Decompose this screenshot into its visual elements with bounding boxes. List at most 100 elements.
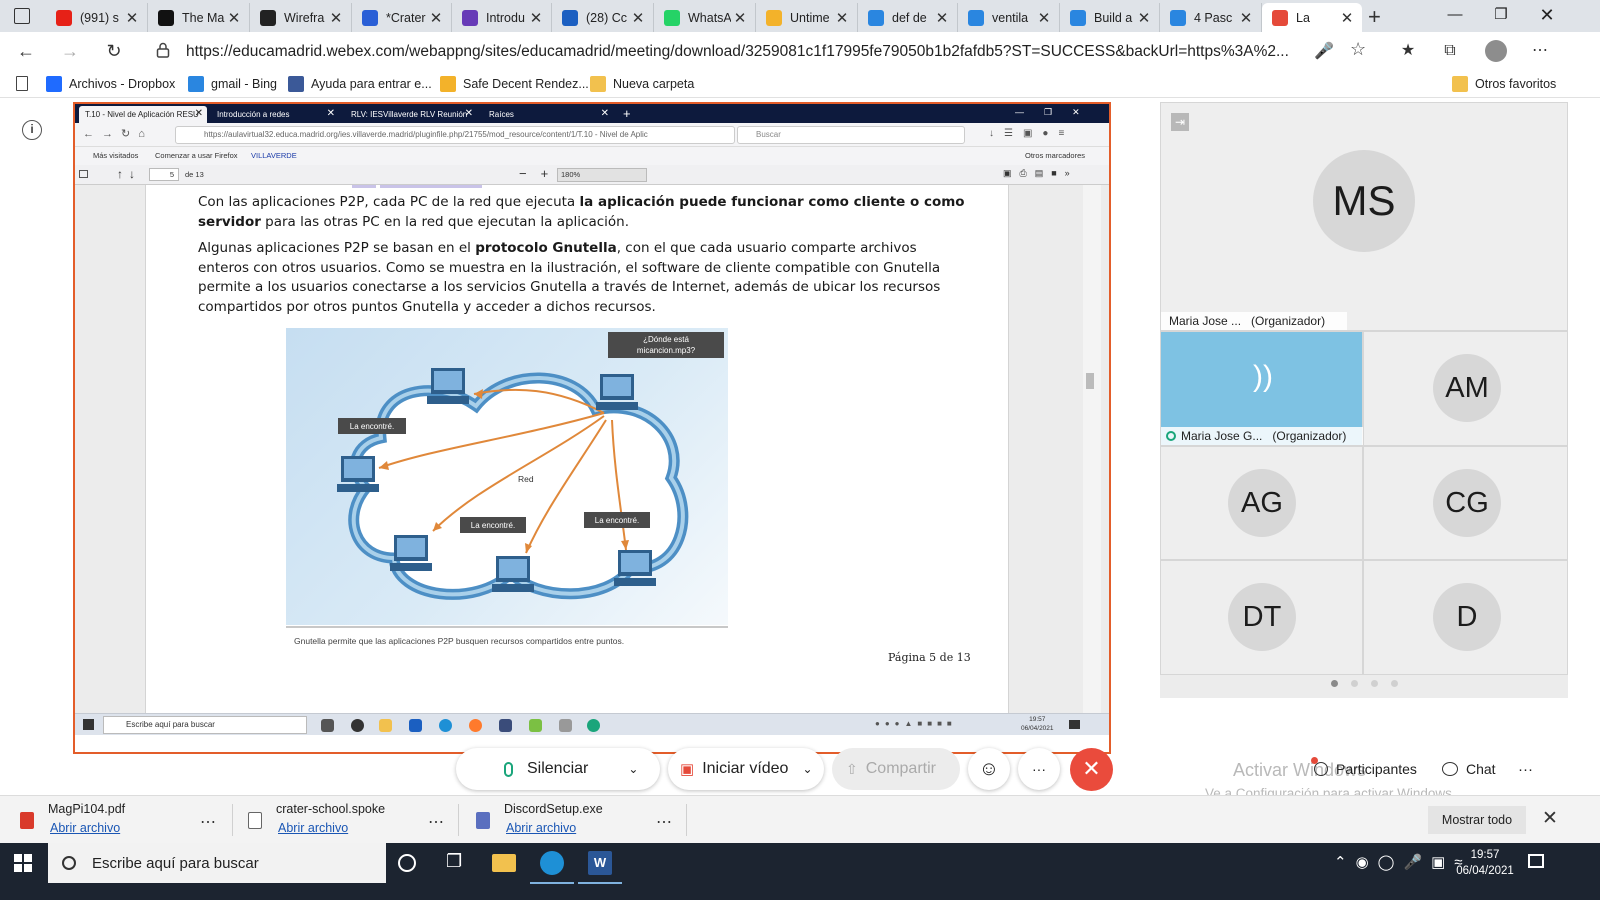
task-view-icon[interactable]: ❐ [446, 851, 470, 875]
chat-button[interactable]: Chat [1442, 756, 1496, 782]
shared-tab-1: T.10 - Nivel de Aplicación RESU ✕ [79, 106, 207, 123]
taskbar-search[interactable]: Escribe aquí para buscar [48, 843, 386, 883]
new-tab-button[interactable]: + [1368, 4, 1381, 30]
close-tab-icon[interactable]: ✕ [225, 9, 243, 27]
start-video-button[interactable]: ▣ Iniciar vídeo ⌄ [668, 748, 824, 790]
close-downloads-button[interactable]: ✕ [1538, 806, 1562, 832]
close-window-button[interactable]: ✕ [1524, 0, 1570, 30]
page-dot[interactable] [1351, 680, 1358, 687]
edge-icon[interactable] [540, 851, 564, 875]
close-tab-icon[interactable]: ✕ [731, 9, 749, 27]
open-file-link[interactable]: Abrir archivo [50, 821, 120, 835]
main-video-tile[interactable]: ⇥ MS Maria Jose ... (Organizador) [1160, 102, 1568, 331]
exe-icon [476, 812, 490, 829]
browser-tab[interactable]: (991) s ✕ [46, 3, 148, 32]
participant-tile[interactable]: CG [1363, 446, 1568, 560]
mute-button[interactable]: Silenciar ⌄ [456, 748, 660, 790]
notification-icon[interactable] [1528, 854, 1544, 868]
minimize-button[interactable]: — [1432, 0, 1478, 30]
open-file-link[interactable]: Abrir archivo [506, 821, 576, 835]
divider [232, 804, 233, 836]
download-item[interactable]: MagPi104.pdf Abrir archivo ⋯ [20, 802, 220, 838]
close-tab-icon[interactable]: ✕ [1135, 9, 1153, 27]
reactions-button[interactable]: ☺ [968, 748, 1010, 790]
close-tab-icon[interactable]: ✕ [427, 9, 445, 27]
download-more-icon[interactable]: ⋯ [200, 812, 216, 832]
address-bar[interactable]: https://educamadrid.webex.com/webappng/s… [148, 35, 1400, 67]
tab-label: Build a [1094, 10, 1133, 25]
microphone-icon[interactable]: 🎤 [1314, 41, 1334, 61]
participant-tile[interactable]: AM [1363, 331, 1568, 446]
collapse-panel-icon[interactable]: ⇥ [1171, 113, 1189, 131]
word-icon[interactable]: W [588, 851, 612, 875]
browser-tab[interactable]: def de ✕ [858, 3, 958, 32]
forward-button[interactable]: → [56, 37, 84, 65]
active-speaker-tile[interactable]: )) Maria Jose G... (Organizador) [1160, 331, 1364, 446]
open-file-link[interactable]: Abrir archivo [278, 821, 348, 835]
tab-label: La [1296, 10, 1310, 25]
browser-tab[interactable]: (28) Cc ✕ [552, 3, 654, 32]
browser-tab[interactable]: Build a ✕ [1060, 3, 1160, 32]
restore-button[interactable]: ❐ [1478, 0, 1524, 30]
reload-button[interactable]: ↻ [100, 37, 128, 65]
reading-list-icon[interactable] [16, 76, 28, 91]
share-button[interactable]: ⇧ Compartir [832, 748, 960, 790]
page-dot[interactable] [1391, 680, 1398, 687]
chevron-down-icon[interactable]: ⌄ [802, 762, 812, 776]
browser-tab[interactable]: Wirefra ✕ [250, 3, 352, 32]
browser-tab[interactable]: The Ma ✕ [148, 3, 250, 32]
browser-tab[interactable]: WhatsA ✕ [654, 3, 756, 32]
back-button[interactable]: ← [12, 37, 40, 65]
participants-button[interactable]: Participantes [1311, 756, 1417, 782]
close-tab-icon[interactable]: ✕ [833, 9, 851, 27]
close-tab-icon[interactable]: ✕ [933, 9, 951, 27]
bookmark-item[interactable]: Ayuda para entrar e... [288, 75, 432, 93]
download-item[interactable]: DiscordSetup.exe Abrir archivo ⋯ [476, 802, 676, 838]
panel-more-button[interactable]: ··· [1518, 756, 1533, 782]
favorite-star-icon[interactable]: ☆ [1350, 39, 1366, 60]
participant-tile[interactable]: DT [1160, 560, 1363, 675]
taskbar-clock[interactable]: 19:57 06/04/2021 [1450, 847, 1520, 879]
bing-icon [1070, 9, 1086, 26]
other-favorites[interactable]: Otros favoritos [1452, 75, 1556, 93]
end-call-button[interactable]: ✕ [1070, 748, 1113, 791]
browser-tab[interactable]: La ✕ [1262, 3, 1362, 32]
close-tab-icon[interactable]: ✕ [1338, 9, 1356, 27]
close-tab-icon[interactable]: ✕ [629, 9, 647, 27]
avatar: D [1433, 583, 1501, 651]
close-tab-icon[interactable]: ✕ [1237, 9, 1255, 27]
participant-tile[interactable]: AG [1160, 446, 1363, 560]
browser-tab[interactable]: Introdu ✕ [452, 3, 552, 32]
page-dot[interactable] [1331, 680, 1338, 687]
download-more-icon[interactable]: ⋯ [428, 812, 444, 832]
download-more-icon[interactable]: ⋯ [656, 812, 672, 832]
settings-menu-icon[interactable]: ⋯ [1526, 37, 1554, 65]
browser-tab[interactable]: 4 Pasc ✕ [1160, 3, 1262, 32]
bookmark-item[interactable]: gmail - Bing [188, 75, 277, 93]
close-tab-icon[interactable]: ✕ [327, 9, 345, 27]
profile-avatar[interactable] [1485, 40, 1507, 62]
file-explorer-icon[interactable] [492, 854, 516, 872]
close-tab-icon[interactable]: ✕ [527, 9, 545, 27]
show-all-button[interactable]: Mostrar todo [1428, 806, 1526, 834]
cortana-icon[interactable] [398, 854, 416, 872]
close-tab-icon[interactable]: ✕ [123, 9, 141, 27]
tab-actions-icon[interactable] [14, 8, 30, 24]
browser-tab[interactable]: *Crater ✕ [352, 3, 452, 32]
start-button[interactable] [14, 854, 32, 872]
close-tab-icon[interactable]: ✕ [1035, 9, 1053, 27]
bookmark-item[interactable]: Archivos - Dropbox [46, 75, 175, 93]
info-icon[interactable]: i [22, 120, 42, 140]
bookmark-item[interactable]: Safe Decent Rendez... [440, 75, 589, 93]
favorites-icon[interactable]: ★ [1394, 37, 1422, 65]
download-item[interactable]: crater-school.spoke Abrir archivo ⋯ [248, 802, 448, 838]
participant-tile[interactable]: D [1363, 560, 1568, 675]
collections-icon[interactable]: ⧉ [1436, 37, 1464, 65]
browser-tab[interactable]: Untime ✕ [756, 3, 858, 32]
chevron-down-icon[interactable]: ⌄ [628, 762, 638, 776]
more-options-button[interactable]: ··· [1018, 748, 1060, 790]
browser-tab[interactable]: ventila ✕ [958, 3, 1060, 32]
page-footer: Página 5 de 13 [888, 651, 971, 664]
bookmark-item[interactable]: Nueva carpeta [590, 75, 694, 93]
page-dot[interactable] [1371, 680, 1378, 687]
